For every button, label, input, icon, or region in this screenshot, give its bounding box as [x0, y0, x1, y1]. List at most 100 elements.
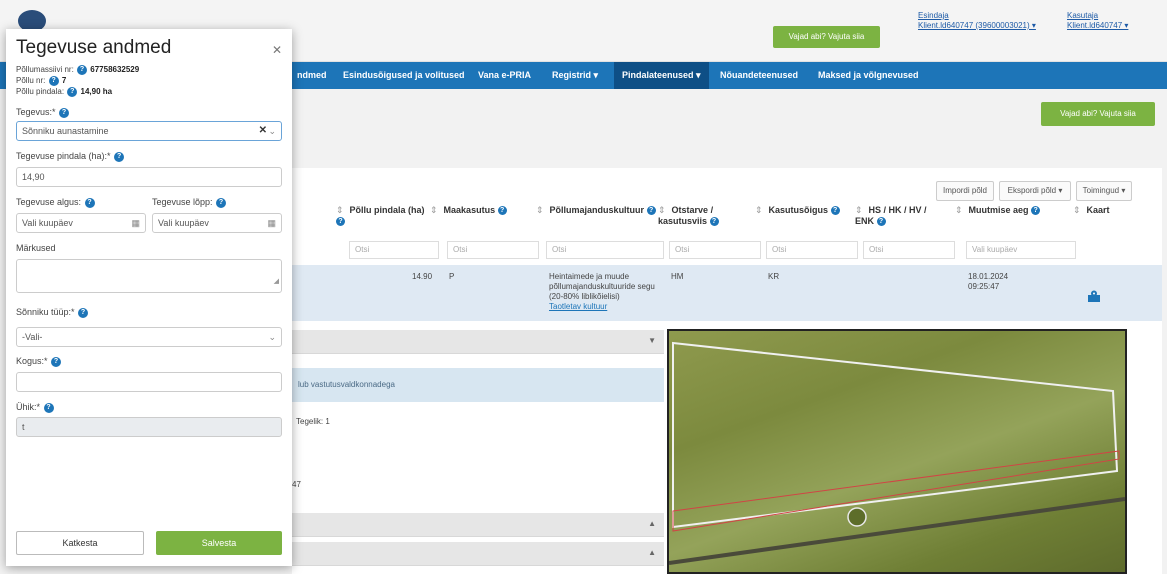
nav-item-old-epria[interactable]: Vana e-PRIA [478, 62, 531, 89]
chevron-up-icon: ▲ [648, 548, 656, 557]
nav-item-registers[interactable]: Registrid ▾ [552, 62, 598, 89]
help-icon: ? [216, 197, 227, 208]
help-icon: ? [77, 65, 88, 75]
help-icon: ? [114, 151, 125, 162]
user-name[interactable]: Klient.ld640747 ▾ [1067, 21, 1128, 31]
nav-item-area-services[interactable]: Pindalateenused ▾ [614, 62, 709, 89]
col-header-purpose[interactable]: ⇕ Otstarve / kasutusviis ? [658, 205, 748, 227]
filter-land-use[interactable]: Otsi [447, 241, 539, 259]
nav-item-authorizations[interactable]: Esindusõigused ja volitused [343, 62, 465, 89]
filter-modified-date[interactable]: Vali kuupäev [966, 241, 1076, 259]
cancel-button[interactable]: Katkesta [16, 531, 144, 555]
help-icon: ? [709, 217, 719, 227]
field-map-overlay [669, 341, 1125, 565]
accordion-section-2[interactable]: ▲ [292, 513, 664, 537]
representative-name[interactable]: Klient.ld640747 (39600003021) ▾ [918, 21, 1036, 31]
representative-block[interactable]: Esindaja Klient.ld640747 (39600003021) ▾ [918, 11, 1036, 31]
manure-type-label: Sõnniku tüüp:* ? [16, 307, 89, 318]
row-crop: Heintaimede ja muude põllumajanduskultuu… [549, 272, 661, 312]
help-icon: ? [48, 76, 59, 86]
row-right: KR [768, 272, 780, 281]
col-header-hs-hk[interactable]: ⇕ HS / HK / HV / ENK ? [855, 205, 935, 227]
field-area: Põllu pindala: ? 14,90 ha [16, 87, 113, 97]
unit-input: t [16, 417, 282, 437]
help-button-header[interactable]: Vajad abi? Vajuta siia [773, 26, 880, 48]
help-icon: ? [84, 197, 95, 208]
activity-label: Tegevus:* ? [16, 107, 70, 118]
activity-area-input[interactable]: 14,90 [16, 167, 282, 187]
activity-select[interactable]: Sõnniku aunastamine ✕ ⌄ [16, 121, 282, 141]
step-text: Tegelik: 1 [296, 417, 330, 426]
amount-input[interactable] [16, 372, 282, 392]
resize-handle-icon[interactable]: ◢ [274, 273, 279, 291]
help-button-page[interactable]: Vajad abi? Vajuta siia [1041, 102, 1155, 126]
col-header-crop[interactable]: ⇕ Põllumajanduskultuur ? [536, 205, 666, 216]
chevron-up-icon: ▲ [648, 519, 656, 528]
field-number: Põllu nr: ? 7 [16, 76, 67, 86]
representative-role: Esindaja [918, 11, 949, 20]
col-header-right-of-use[interactable]: ⇕ Kasutusõigus ? [755, 205, 855, 216]
col-header-land-use[interactable]: ⇕ Maakasutus ? [430, 205, 520, 216]
help-icon: ? [59, 107, 70, 118]
nav-item-data[interactable]: ndmed [297, 62, 327, 89]
chevron-down-icon: ▼ [648, 336, 656, 345]
row-modified: 18.01.2024 09:25:47 [968, 272, 1009, 291]
help-icon: ? [336, 217, 345, 227]
user-role: Kasutaja [1067, 11, 1099, 20]
col-header-modified[interactable]: ⇕ Muutmise aeg ? [955, 205, 1065, 216]
farm-block-number: Põllumassiivi nr: ? 67758632529 [16, 65, 140, 75]
save-button[interactable]: Salvesta [156, 531, 282, 555]
nav-item-advisory[interactable]: Nõuandeteenused [720, 62, 798, 89]
calendar-icon: ▦ [131, 218, 140, 228]
chevron-down-icon[interactable]: ⌄ [268, 122, 276, 140]
row-purpose: HM [671, 272, 684, 281]
amount-label: Kogus:* ? [16, 356, 62, 367]
filter-purpose[interactable]: Otsi [669, 241, 761, 259]
crop-link[interactable]: Taotletav kultuur [549, 302, 661, 312]
help-icon: ? [43, 402, 54, 413]
map-marker-icon[interactable] [1087, 290, 1101, 302]
actions-button[interactable]: Toimingud ▾ [1076, 181, 1132, 201]
start-date-input[interactable]: Vali kuupäev ▦ [16, 213, 146, 233]
notes-label: Märkused [16, 243, 56, 253]
help-icon: ? [78, 307, 89, 318]
help-icon: ? [51, 356, 62, 367]
help-icon: ? [646, 206, 656, 216]
field-map[interactable] [667, 329, 1127, 574]
filter-right[interactable]: Otsi [766, 241, 858, 259]
modal-title: Tegevuse andmed [16, 37, 172, 58]
partial-text: 47 [292, 480, 301, 489]
close-icon[interactable]: ✕ [272, 43, 282, 57]
activity-select-value: Sõnniku aunastamine [22, 126, 109, 136]
accordion-section-3[interactable]: ▲ [292, 542, 664, 566]
unit-label: Ühik:* ? [16, 402, 55, 413]
help-icon: ? [830, 206, 840, 216]
info-bar: lub vastutusvaldkonnadega [292, 368, 664, 402]
accordion-section-1[interactable]: ▼ [292, 330, 664, 354]
calendar-icon: ▦ [267, 218, 276, 228]
col-header-map[interactable]: ⇕ Kaart [1073, 205, 1133, 216]
activity-area-label: Tegevuse pindala (ha):* ? [16, 151, 125, 162]
row-land-use: P [449, 272, 455, 281]
clear-icon[interactable]: ✕ [259, 122, 267, 140]
filter-crop[interactable]: Otsi [546, 241, 664, 259]
activity-modal: Tegevuse andmed ✕ Põllumassiivi nr: ? 67… [6, 29, 292, 566]
row-area: 14.90 [412, 272, 433, 281]
col-header-area[interactable]: ⇕ Põllu pindala (ha) ? [336, 205, 426, 227]
end-date-label: Tegevuse lõpp: ? [152, 197, 227, 208]
notes-textarea[interactable]: ◢ [16, 259, 282, 293]
filter-hs[interactable]: Otsi [863, 241, 955, 259]
nav-item-payments[interactable]: Maksed ja võlgnevused [818, 62, 919, 89]
help-icon: ? [876, 217, 886, 227]
export-field-button[interactable]: Ekspordi põld ▾ [999, 181, 1071, 201]
manure-type-select[interactable]: -Vali- ⌄ [16, 327, 282, 347]
help-icon: ? [497, 206, 507, 216]
filter-area[interactable]: Otsi [349, 241, 439, 259]
help-icon: ? [67, 87, 78, 97]
import-field-button[interactable]: Impordi põld [936, 181, 994, 201]
user-block[interactable]: Kasutaja Klient.ld640747 ▾ [1067, 11, 1128, 31]
end-date-input[interactable]: Vali kuupäev ▦ [152, 213, 282, 233]
chevron-down-icon: ⌄ [268, 332, 276, 342]
start-date-label: Tegevuse algus: ? [16, 197, 96, 208]
help-icon: ? [1031, 206, 1041, 216]
